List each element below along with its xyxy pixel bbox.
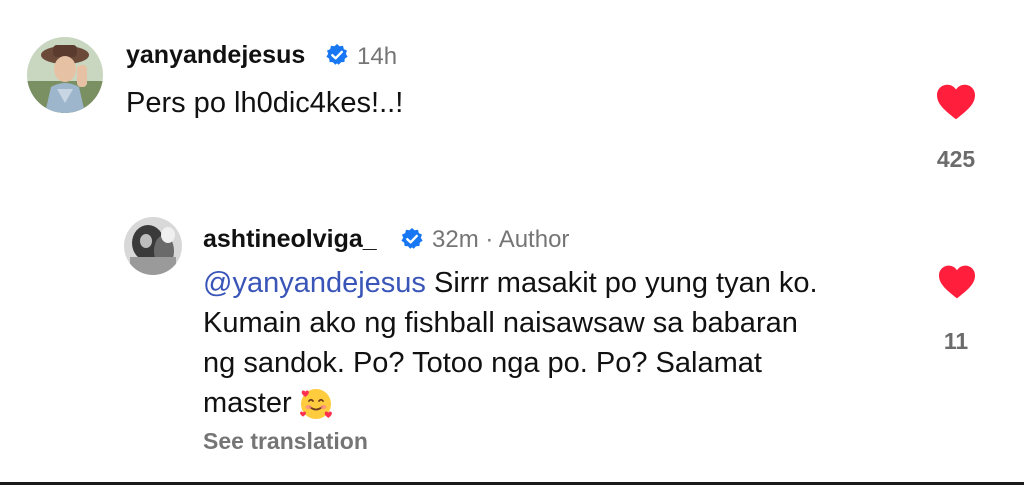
reply-like-heart-icon[interactable] [937, 264, 977, 300]
reply-username[interactable]: ashtineolviga_ [203, 225, 377, 254]
reply-line-3: ng sandok. Po? Totoo nga po. Po? Salamat [203, 347, 762, 379]
reply-verified-badge-icon [401, 228, 423, 249]
reply-text: @yanyandejesus Sirrr masakit po yung tya… [203, 263, 903, 423]
username[interactable]: yanyandejesus [126, 41, 305, 70]
see-translation-link[interactable]: See translation [203, 428, 368, 455]
smiling-face-with-hearts-icon [299, 389, 332, 420]
reply-timestamp: 32m [432, 226, 479, 253]
meta-separator: · [485, 226, 494, 253]
mention-link[interactable]: @yanyandejesus [203, 267, 426, 299]
reply-line-2: Kumain ako ng fishball naisawsaw sa baba… [203, 307, 798, 339]
reply-line-1: @yanyandejesus Sirrr masakit po yung tya… [203, 263, 903, 303]
reply-text-segment: Sirrr masakit po yung tyan ko. [425, 267, 818, 299]
reply-like-count: 11 [943, 328, 969, 354]
comment-timestamp: 14h [357, 43, 398, 70]
reply-line-4: master [203, 383, 903, 423]
avatar[interactable] [27, 37, 103, 113]
verified-badge-icon [326, 44, 348, 65]
reply-avatar[interactable] [124, 217, 182, 275]
comment-text: Pers po lh0dic4kes!..! [126, 87, 404, 119]
reply-meta: 32m · Author [432, 226, 569, 254]
like-heart-icon[interactable] [935, 83, 977, 121]
reply-text-last: master [203, 387, 292, 419]
like-count: 425 [936, 146, 976, 172]
author-badge: Author [498, 226, 570, 253]
